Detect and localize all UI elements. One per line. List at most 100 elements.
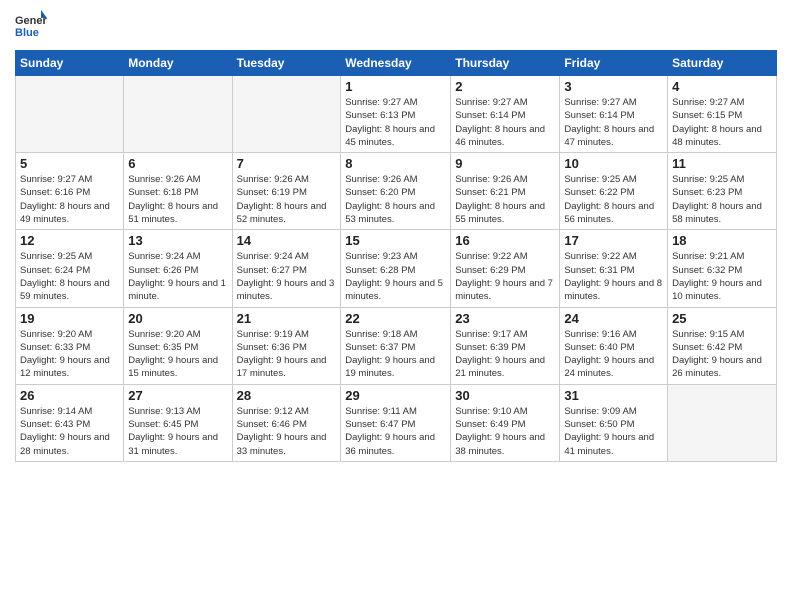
day-info: Sunrise: 9:09 AM Sunset: 6:50 PM Dayligh… xyxy=(564,405,663,458)
day-info: Sunrise: 9:26 AM Sunset: 6:21 PM Dayligh… xyxy=(455,173,555,226)
calendar-cell: 2Sunrise: 9:27 AM Sunset: 6:14 PM Daylig… xyxy=(451,76,560,153)
day-number: 10 xyxy=(564,156,663,171)
day-info: Sunrise: 9:27 AM Sunset: 6:13 PM Dayligh… xyxy=(345,96,446,149)
day-number: 18 xyxy=(672,233,772,248)
calendar-cell: 7 Sunrise: 9:26 AM Sunset: 6:19 PM Daylig… xyxy=(232,153,341,230)
day-number: 19 xyxy=(20,311,119,326)
calendar-cell: 5 Sunrise: 9:27 AM Sunset: 6:16 PM Daylig… xyxy=(16,153,124,230)
day-number: 13 xyxy=(128,233,227,248)
day-number: 11 xyxy=(672,156,772,171)
day-info: Sunrise: 9:22 AM Sunset: 6:29 PM Dayligh… xyxy=(455,250,555,303)
header: General Blue xyxy=(15,10,777,42)
day-info: Sunrise: 9:21 AM Sunset: 6:32 PM Dayligh… xyxy=(672,250,772,303)
day-number: 4 xyxy=(672,79,772,94)
day-number: 7 xyxy=(237,156,337,171)
page: General Blue SundayMondayTuesdayWednesda… xyxy=(0,0,792,612)
calendar-week-row: 26 Sunrise: 9:14 AM Sunset: 6:43 PM Dayli… xyxy=(16,384,777,461)
calendar-cell: 14 Sunrise: 9:24 AM Sunset: 6:27 PM Dayli… xyxy=(232,230,341,307)
calendar-cell: 15Sunrise: 9:23 AM Sunset: 6:28 PM Dayli… xyxy=(341,230,451,307)
calendar-cell: 29 Sunrise: 9:11 AM Sunset: 6:47 PM Dayli… xyxy=(341,384,451,461)
calendar-cell: 24 Sunrise: 9:16 AM Sunset: 6:40 PM Dayli… xyxy=(560,307,668,384)
day-info: Sunrise: 9:11 AM Sunset: 6:47 PM Dayligh… xyxy=(345,405,446,458)
day-info: Sunrise: 9:25 AM Sunset: 6:24 PM Dayligh… xyxy=(20,250,119,303)
day-info: Sunrise: 9:20 AM Sunset: 6:33 PM Dayligh… xyxy=(20,328,119,381)
calendar-cell: 4 Sunrise: 9:27 AM Sunset: 6:15 PM Daylig… xyxy=(668,76,777,153)
calendar-cell: 13 Sunrise: 9:24 AM Sunset: 6:26 PM Dayli… xyxy=(124,230,232,307)
calendar-cell xyxy=(16,76,124,153)
day-info: Sunrise: 9:27 AM Sunset: 6:14 PM Dayligh… xyxy=(455,96,555,149)
day-number: 20 xyxy=(128,311,227,326)
day-info: Sunrise: 9:25 AM Sunset: 6:22 PM Dayligh… xyxy=(564,173,663,226)
calendar-cell: 20 Sunrise: 9:20 AM Sunset: 6:35 PM Dayli… xyxy=(124,307,232,384)
day-number: 21 xyxy=(237,311,337,326)
day-number: 16 xyxy=(455,233,555,248)
svg-text:Blue: Blue xyxy=(15,27,39,39)
day-info: Sunrise: 9:27 AM Sunset: 6:15 PM Dayligh… xyxy=(672,96,772,149)
calendar-cell: 28Sunrise: 9:12 AM Sunset: 6:46 PM Dayli… xyxy=(232,384,341,461)
calendar-cell: 30 Sunrise: 9:10 AM Sunset: 6:49 PM Dayli… xyxy=(451,384,560,461)
calendar-cell: 21 Sunrise: 9:19 AM Sunset: 6:36 PM Dayli… xyxy=(232,307,341,384)
calendar-cell: 18 Sunrise: 9:21 AM Sunset: 6:32 PM Dayli… xyxy=(668,230,777,307)
day-number: 8 xyxy=(345,156,446,171)
calendar-cell: 12 Sunrise: 9:25 AM Sunset: 6:24 PM Dayli… xyxy=(16,230,124,307)
day-number: 1 xyxy=(345,79,446,94)
day-number: 14 xyxy=(237,233,337,248)
calendar: SundayMondayTuesdayWednesdayThursdayFrid… xyxy=(15,50,777,462)
calendar-cell: 16 Sunrise: 9:22 AM Sunset: 6:29 PM Dayli… xyxy=(451,230,560,307)
day-number: 9 xyxy=(455,156,555,171)
day-info: Sunrise: 9:20 AM Sunset: 6:35 PM Dayligh… xyxy=(128,328,227,381)
day-info: Sunrise: 9:27 AM Sunset: 6:16 PM Dayligh… xyxy=(20,173,119,226)
calendar-cell: 9 Sunrise: 9:26 AM Sunset: 6:21 PM Daylig… xyxy=(451,153,560,230)
day-number: 27 xyxy=(128,388,227,403)
day-number: 3 xyxy=(564,79,663,94)
day-number: 23 xyxy=(455,311,555,326)
calendar-week-row: 5 Sunrise: 9:27 AM Sunset: 6:16 PM Daylig… xyxy=(16,153,777,230)
logo-svg: General Blue xyxy=(15,10,47,42)
calendar-cell xyxy=(124,76,232,153)
day-number: 5 xyxy=(20,156,119,171)
calendar-cell: 22Sunrise: 9:18 AM Sunset: 6:37 PM Dayli… xyxy=(341,307,451,384)
day-number: 29 xyxy=(345,388,446,403)
day-number: 25 xyxy=(672,311,772,326)
weekday-header: Thursday xyxy=(451,51,560,76)
day-info: Sunrise: 9:27 AM Sunset: 6:14 PM Dayligh… xyxy=(564,96,663,149)
day-info: Sunrise: 9:24 AM Sunset: 6:26 PM Dayligh… xyxy=(128,250,227,303)
calendar-week-row: 1 Sunrise: 9:27 AM Sunset: 6:13 PM Daylig… xyxy=(16,76,777,153)
day-info: Sunrise: 9:17 AM Sunset: 6:39 PM Dayligh… xyxy=(455,328,555,381)
day-number: 12 xyxy=(20,233,119,248)
calendar-cell: 3 Sunrise: 9:27 AM Sunset: 6:14 PM Daylig… xyxy=(560,76,668,153)
day-number: 24 xyxy=(564,311,663,326)
day-info: Sunrise: 9:13 AM Sunset: 6:45 PM Dayligh… xyxy=(128,405,227,458)
day-info: Sunrise: 9:23 AM Sunset: 6:28 PM Dayligh… xyxy=(345,250,446,303)
calendar-cell: 17Sunrise: 9:22 AM Sunset: 6:31 PM Dayli… xyxy=(560,230,668,307)
weekday-header: Tuesday xyxy=(232,51,341,76)
day-info: Sunrise: 9:15 AM Sunset: 6:42 PM Dayligh… xyxy=(672,328,772,381)
calendar-cell: 19 Sunrise: 9:20 AM Sunset: 6:33 PM Dayli… xyxy=(16,307,124,384)
day-info: Sunrise: 9:24 AM Sunset: 6:27 PM Dayligh… xyxy=(237,250,337,303)
calendar-week-row: 19 Sunrise: 9:20 AM Sunset: 6:33 PM Dayli… xyxy=(16,307,777,384)
calendar-cell: 6Sunrise: 9:26 AM Sunset: 6:18 PM Daylig… xyxy=(124,153,232,230)
weekday-header-row: SundayMondayTuesdayWednesdayThursdayFrid… xyxy=(16,51,777,76)
day-info: Sunrise: 9:26 AM Sunset: 6:18 PM Dayligh… xyxy=(128,173,227,226)
weekday-header: Saturday xyxy=(668,51,777,76)
day-info: Sunrise: 9:26 AM Sunset: 6:19 PM Dayligh… xyxy=(237,173,337,226)
calendar-cell: 25 Sunrise: 9:15 AM Sunset: 6:42 PM Dayli… xyxy=(668,307,777,384)
day-info: Sunrise: 9:16 AM Sunset: 6:40 PM Dayligh… xyxy=(564,328,663,381)
calendar-cell: 10 Sunrise: 9:25 AM Sunset: 6:22 PM Dayli… xyxy=(560,153,668,230)
day-number: 26 xyxy=(20,388,119,403)
day-number: 30 xyxy=(455,388,555,403)
calendar-cell xyxy=(668,384,777,461)
weekday-header: Wednesday xyxy=(341,51,451,76)
day-number: 28 xyxy=(237,388,337,403)
calendar-week-row: 12 Sunrise: 9:25 AM Sunset: 6:24 PM Dayli… xyxy=(16,230,777,307)
logo: General Blue xyxy=(15,10,47,42)
weekday-header: Sunday xyxy=(16,51,124,76)
calendar-cell: 26 Sunrise: 9:14 AM Sunset: 6:43 PM Dayli… xyxy=(16,384,124,461)
day-info: Sunrise: 9:10 AM Sunset: 6:49 PM Dayligh… xyxy=(455,405,555,458)
calendar-cell: 31Sunrise: 9:09 AM Sunset: 6:50 PM Dayli… xyxy=(560,384,668,461)
calendar-cell: 11Sunrise: 9:25 AM Sunset: 6:23 PM Dayli… xyxy=(668,153,777,230)
day-info: Sunrise: 9:14 AM Sunset: 6:43 PM Dayligh… xyxy=(20,405,119,458)
day-info: Sunrise: 9:19 AM Sunset: 6:36 PM Dayligh… xyxy=(237,328,337,381)
day-info: Sunrise: 9:18 AM Sunset: 6:37 PM Dayligh… xyxy=(345,328,446,381)
day-number: 17 xyxy=(564,233,663,248)
